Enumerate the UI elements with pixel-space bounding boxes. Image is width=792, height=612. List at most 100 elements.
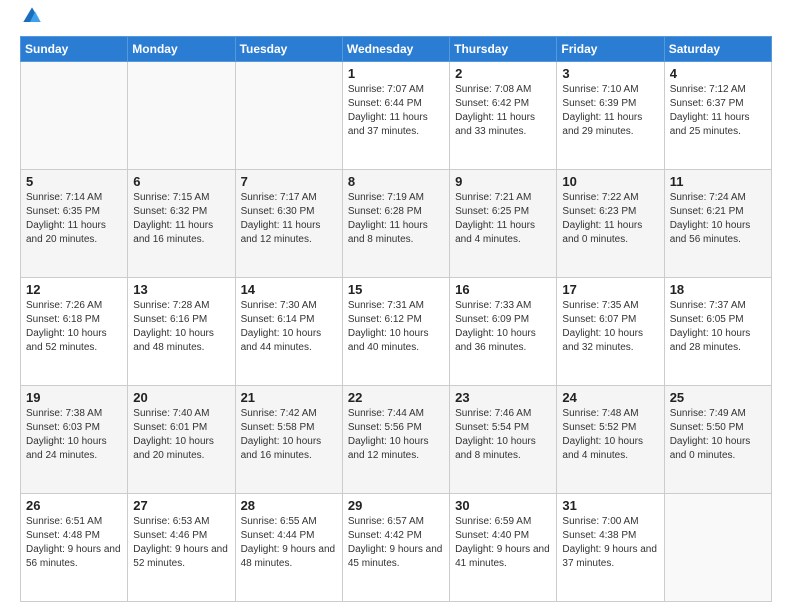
cell-1-4: 9 Sunrise: 7:21 AMSunset: 6:25 PMDaylight… xyxy=(450,170,557,278)
day-number: 22 xyxy=(348,390,444,405)
cell-2-4: 16Sunrise: 7:33 AMSunset: 6:09 PMDayligh… xyxy=(450,278,557,386)
cell-info: Daylight: 9 hours and 45 minutes. xyxy=(348,543,444,571)
cell-info: Sunrise: 7:19 AM xyxy=(348,191,444,205)
cell-info: Daylight: 11 hours and 29 minutes. xyxy=(562,111,658,139)
header xyxy=(20,16,772,26)
cell-info: Daylight: 10 hours and 0 minutes. xyxy=(670,435,766,463)
week-row-2: 12Sunrise: 7:26 AMSunset: 6:18 PMDayligh… xyxy=(21,278,772,386)
cell-info: Daylight: 10 hours and 16 minutes. xyxy=(241,435,337,463)
cell-info: Sunset: 6:25 PM xyxy=(455,205,551,219)
cell-info: Daylight: 11 hours and 4 minutes. xyxy=(455,219,551,247)
cell-3-4: 23Sunrise: 7:46 AMSunset: 5:54 PMDayligh… xyxy=(450,386,557,494)
cell-info: Daylight: 11 hours and 20 minutes. xyxy=(26,219,122,247)
cell-info: Sunrise: 7:35 AM xyxy=(562,299,658,313)
day-number: 24 xyxy=(562,390,658,405)
cell-4-1: 27Sunrise: 6:53 AMSunset: 4:46 PMDayligh… xyxy=(128,494,235,602)
cell-info: Sunrise: 7:37 AM xyxy=(670,299,766,313)
cell-info: Sunset: 6:37 PM xyxy=(670,97,766,111)
col-sunday: Sunday xyxy=(21,37,128,62)
cell-info: Sunset: 6:05 PM xyxy=(670,313,766,327)
cell-info: Sunset: 6:03 PM xyxy=(26,421,122,435)
cell-4-5: 31 Sunrise: 7:00 AMSunset: 4:38 PMDayligh… xyxy=(557,494,664,602)
day-number: 20 xyxy=(133,390,229,405)
cell-4-2: 28Sunrise: 6:55 AMSunset: 4:44 PMDayligh… xyxy=(235,494,342,602)
cell-info: Daylight: 11 hours and 0 minutes. xyxy=(562,219,658,247)
col-tuesday: Tuesday xyxy=(235,37,342,62)
cell-3-0: 19Sunrise: 7:38 AMSunset: 6:03 PMDayligh… xyxy=(21,386,128,494)
cell-info: Sunset: 6:30 PM xyxy=(241,205,337,219)
day-number: 9 xyxy=(455,174,551,189)
cell-info: Sunset: 6:42 PM xyxy=(455,97,551,111)
cell-info: Sunset: 6:44 PM xyxy=(348,97,444,111)
cell-info: Daylight: 9 hours and 37 minutes. xyxy=(562,543,658,571)
cell-info: Sunset: 6:35 PM xyxy=(26,205,122,219)
cell-info: Daylight: 10 hours and 4 minutes. xyxy=(562,435,658,463)
cell-info: Sunset: 5:54 PM xyxy=(455,421,551,435)
cell-info: Sunrise: 7:15 AM xyxy=(133,191,229,205)
day-number: 6 xyxy=(133,174,229,189)
day-number: 31 xyxy=(562,498,658,513)
day-number: 18 xyxy=(670,282,766,297)
cell-1-3: 8Sunrise: 7:19 AMSunset: 6:28 PMDaylight… xyxy=(342,170,449,278)
cell-info: Sunrise: 7:49 AM xyxy=(670,407,766,421)
cell-info: Sunset: 6:18 PM xyxy=(26,313,122,327)
cell-info: Sunset: 4:38 PM xyxy=(562,529,658,543)
cell-2-6: 18 Sunrise: 7:37 AMSunset: 6:05 PMDayligh… xyxy=(664,278,771,386)
day-number: 4 xyxy=(670,66,766,81)
cell-1-5: 10Sunrise: 7:22 AMSunset: 6:23 PMDayligh… xyxy=(557,170,664,278)
cell-0-3: 1Sunrise: 7:07 AMSunset: 6:44 PMDaylight… xyxy=(342,62,449,170)
cell-info: Daylight: 9 hours and 48 minutes. xyxy=(241,543,337,571)
cell-info: Sunrise: 6:55 AM xyxy=(241,515,337,529)
cell-info: Sunset: 4:48 PM xyxy=(26,529,122,543)
cell-info: Sunrise: 7:17 AM xyxy=(241,191,337,205)
cell-info: Daylight: 10 hours and 52 minutes. xyxy=(26,327,122,355)
cell-3-5: 24Sunrise: 7:48 AMSunset: 5:52 PMDayligh… xyxy=(557,386,664,494)
day-number: 17 xyxy=(562,282,658,297)
cell-info: Sunset: 6:21 PM xyxy=(670,205,766,219)
cell-info: Sunrise: 7:46 AM xyxy=(455,407,551,421)
cell-info: Sunset: 6:28 PM xyxy=(348,205,444,219)
cell-info: Sunrise: 7:48 AM xyxy=(562,407,658,421)
cell-info: Sunrise: 7:33 AM xyxy=(455,299,551,313)
cell-4-6 xyxy=(664,494,771,602)
cell-info: Sunrise: 6:53 AM xyxy=(133,515,229,529)
cell-info: Daylight: 11 hours and 16 minutes. xyxy=(133,219,229,247)
day-number: 25 xyxy=(670,390,766,405)
col-monday: Monday xyxy=(128,37,235,62)
cell-4-3: 29Sunrise: 6:57 AMSunset: 4:42 PMDayligh… xyxy=(342,494,449,602)
day-number: 1 xyxy=(348,66,444,81)
calendar: Sunday Monday Tuesday Wednesday Thursday… xyxy=(20,36,772,602)
day-number: 5 xyxy=(26,174,122,189)
cell-4-0: 26Sunrise: 6:51 AMSunset: 4:48 PMDayligh… xyxy=(21,494,128,602)
header-row: Sunday Monday Tuesday Wednesday Thursday… xyxy=(21,37,772,62)
day-number: 7 xyxy=(241,174,337,189)
day-number: 16 xyxy=(455,282,551,297)
cell-0-2 xyxy=(235,62,342,170)
cell-info: Daylight: 11 hours and 33 minutes. xyxy=(455,111,551,139)
col-thursday: Thursday xyxy=(450,37,557,62)
day-number: 13 xyxy=(133,282,229,297)
cell-info: Sunset: 4:42 PM xyxy=(348,529,444,543)
week-row-0: 1Sunrise: 7:07 AMSunset: 6:44 PMDaylight… xyxy=(21,62,772,170)
cell-info: Sunset: 6:32 PM xyxy=(133,205,229,219)
col-friday: Friday xyxy=(557,37,664,62)
logo xyxy=(20,16,42,26)
cell-info: Sunrise: 7:21 AM xyxy=(455,191,551,205)
day-number: 15 xyxy=(348,282,444,297)
cell-info: Sunset: 4:46 PM xyxy=(133,529,229,543)
day-number: 30 xyxy=(455,498,551,513)
cell-info: Daylight: 10 hours and 28 minutes. xyxy=(670,327,766,355)
cell-info: Sunrise: 7:42 AM xyxy=(241,407,337,421)
day-number: 14 xyxy=(241,282,337,297)
cell-info: Sunset: 5:56 PM xyxy=(348,421,444,435)
cell-1-1: 6 Sunrise: 7:15 AMSunset: 6:32 PMDaylight… xyxy=(128,170,235,278)
cell-info: Sunrise: 6:51 AM xyxy=(26,515,122,529)
cell-info: Daylight: 10 hours and 48 minutes. xyxy=(133,327,229,355)
cell-info: Sunrise: 7:00 AM xyxy=(562,515,658,529)
cell-2-0: 12Sunrise: 7:26 AMSunset: 6:18 PMDayligh… xyxy=(21,278,128,386)
cell-info: Sunrise: 7:12 AM xyxy=(670,83,766,97)
cell-3-1: 20Sunrise: 7:40 AMSunset: 6:01 PMDayligh… xyxy=(128,386,235,494)
week-row-1: 5Sunrise: 7:14 AMSunset: 6:35 PMDaylight… xyxy=(21,170,772,278)
cell-info: Sunrise: 7:44 AM xyxy=(348,407,444,421)
week-row-4: 26Sunrise: 6:51 AMSunset: 4:48 PMDayligh… xyxy=(21,494,772,602)
